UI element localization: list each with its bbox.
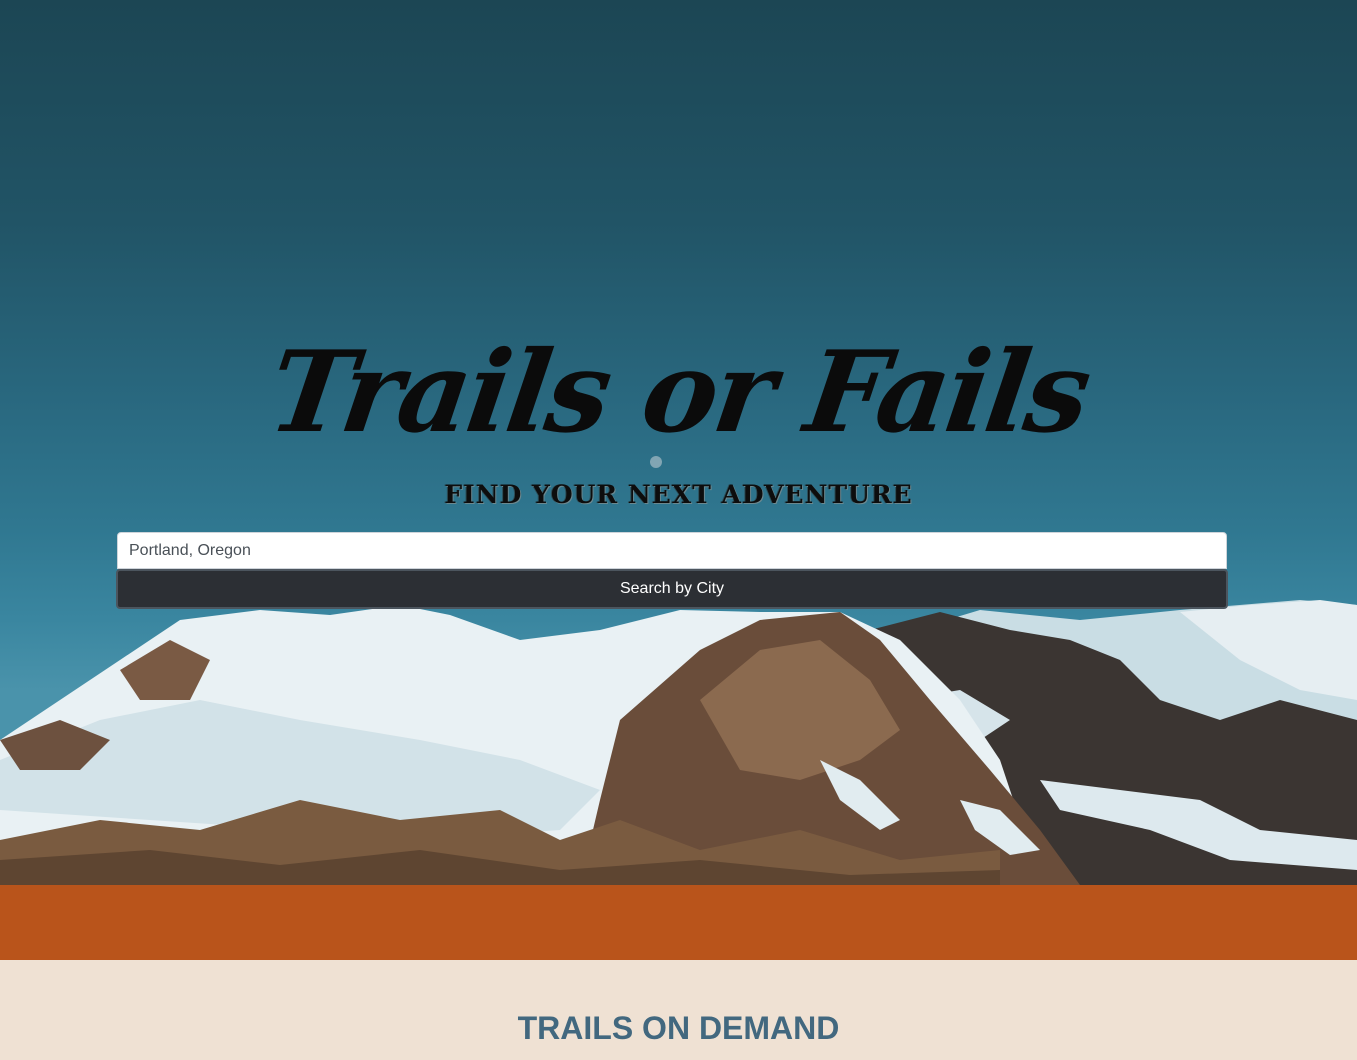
search-by-city-button[interactable]: Search by City: [116, 569, 1228, 609]
city-search-input[interactable]: [117, 532, 1227, 569]
trails-section: TRAILS ON DEMAND: [0, 960, 1357, 1060]
logo-title: Trails or Fails: [261, 327, 1096, 458]
accent-band: [0, 885, 1357, 960]
tagline: FIND YOUR NEXT ADVENTURE: [444, 480, 913, 509]
section-title: TRAILS ON DEMAND: [517, 1010, 840, 1046]
city-search-form: Search by City: [116, 532, 1228, 609]
moon-icon: [650, 456, 662, 468]
hero-banner: Trails or Fails FIND YOUR NEXT ADVENTURE…: [0, 0, 1357, 885]
